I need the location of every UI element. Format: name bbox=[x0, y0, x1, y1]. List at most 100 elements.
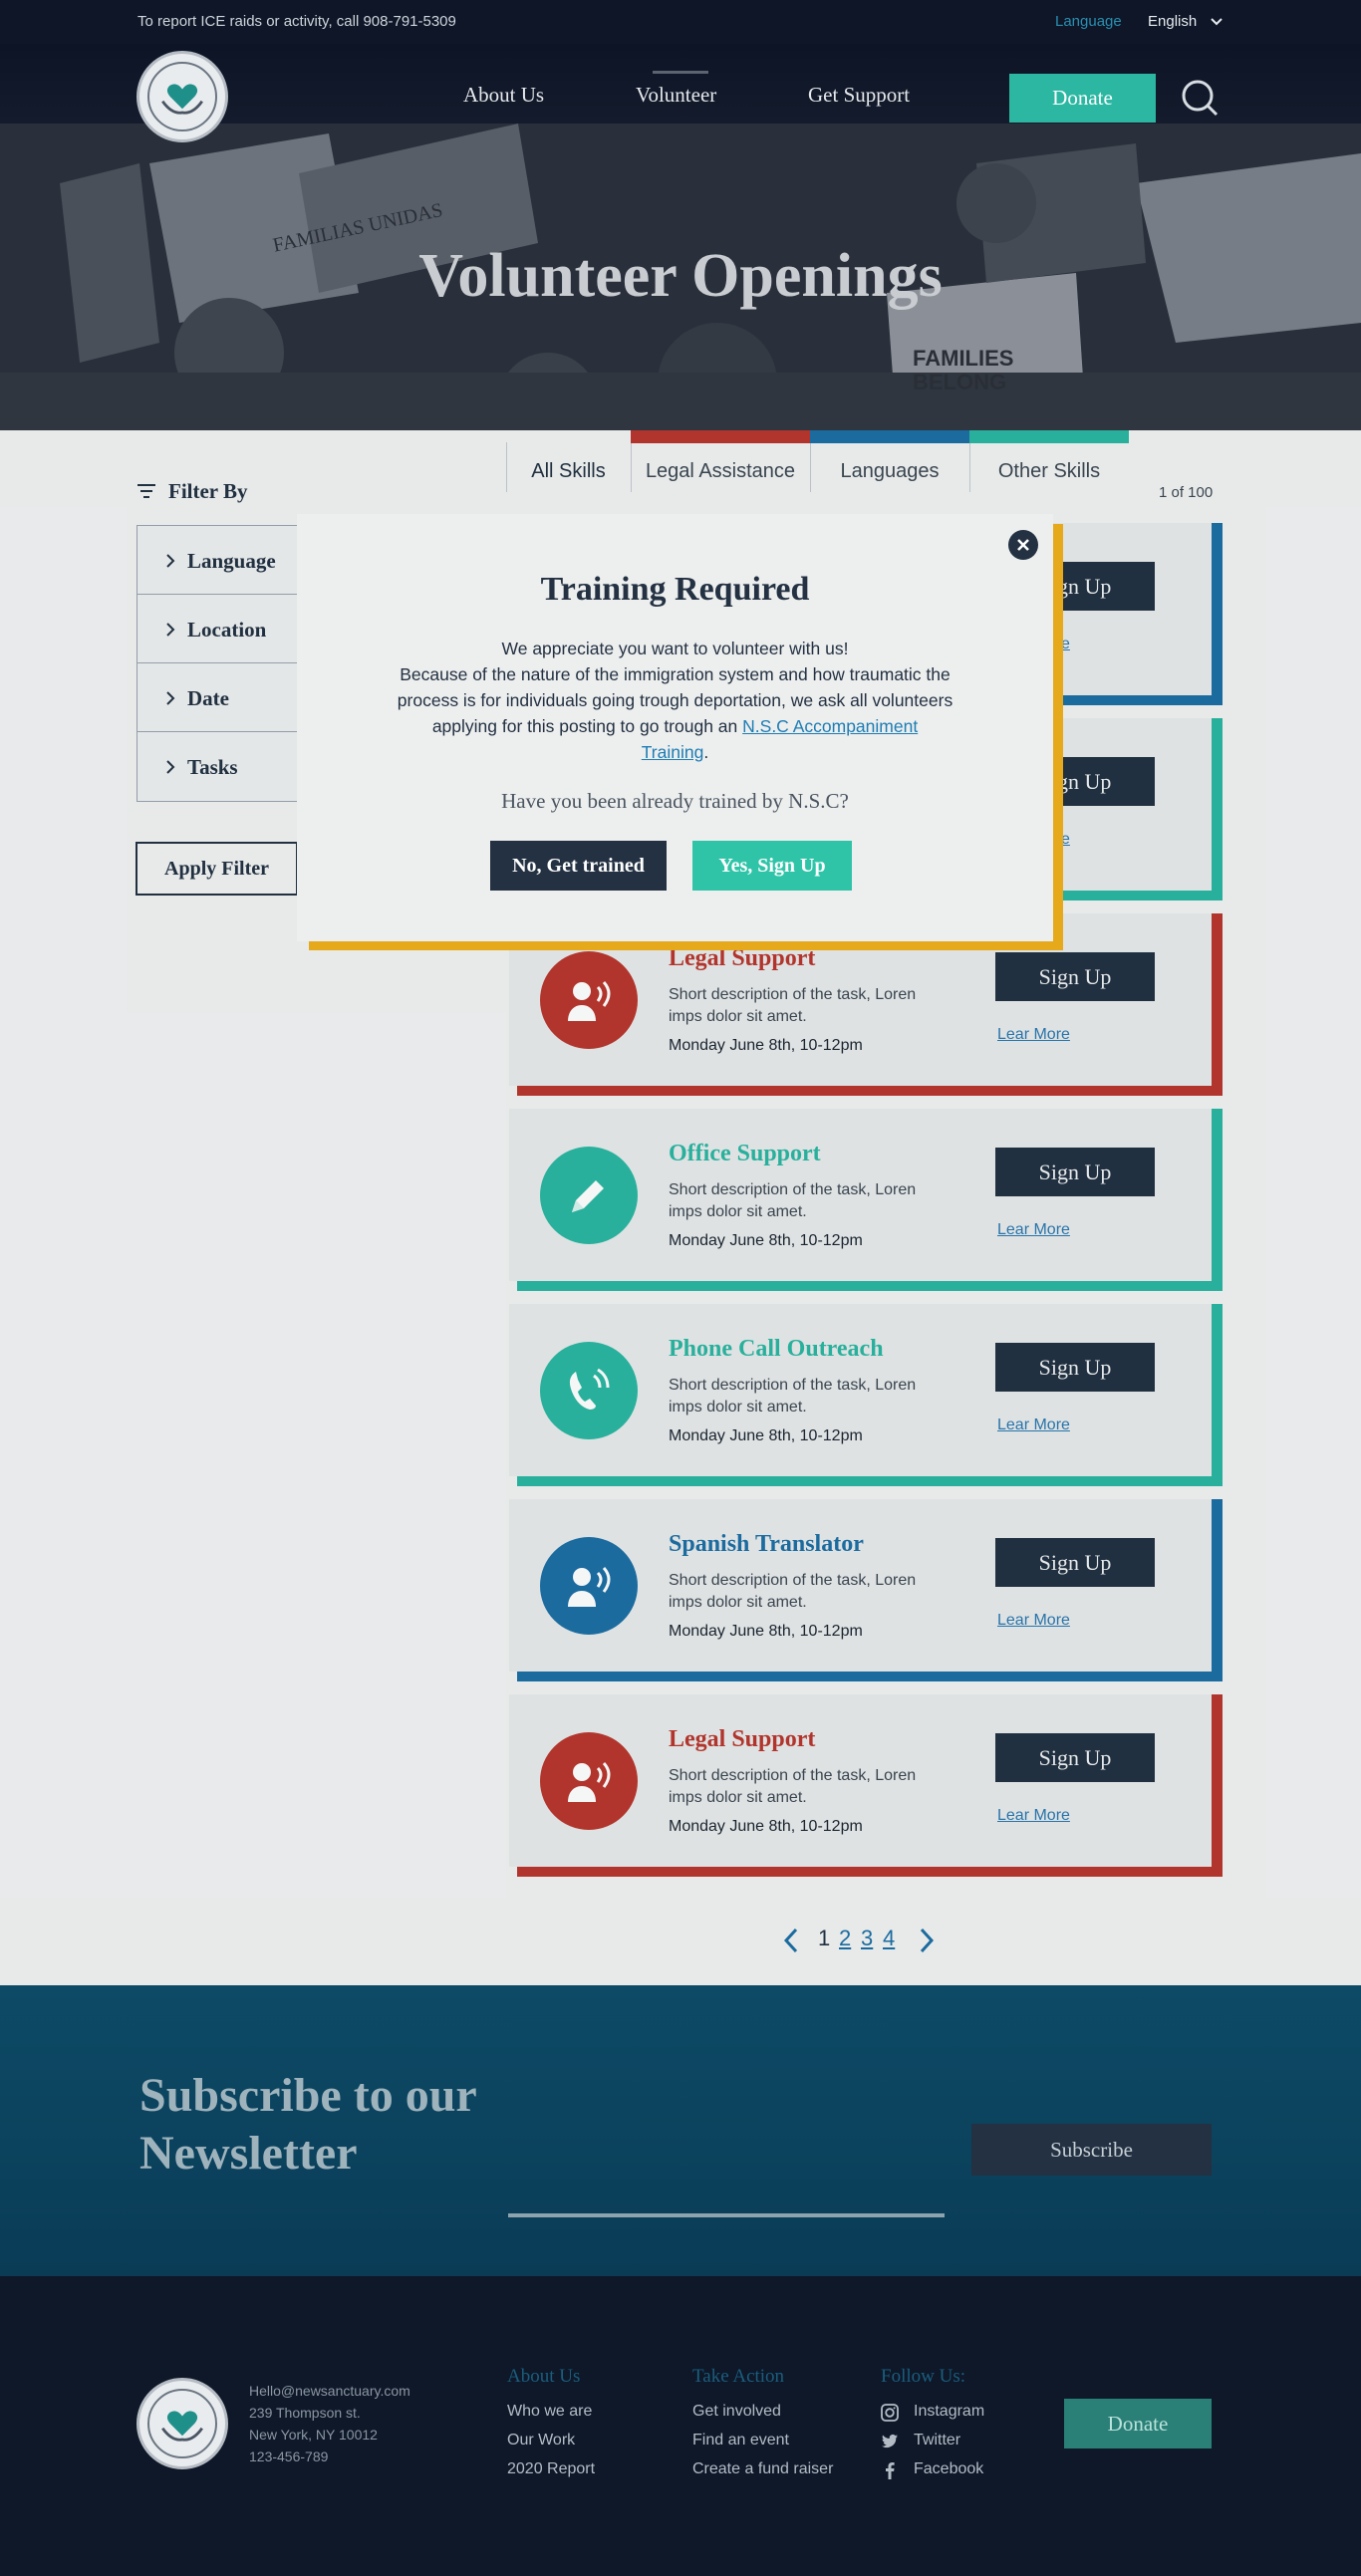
page-1[interactable]: 1 bbox=[818, 1926, 830, 1951]
tab-label: Languages bbox=[840, 460, 940, 482]
footer-link[interactable]: Create a fund raiser bbox=[692, 2454, 833, 2483]
social-label: Instagram bbox=[914, 2403, 985, 2420]
tab-legal-assistance[interactable]: Legal Assistance bbox=[631, 430, 810, 492]
card-icon-circle bbox=[540, 951, 638, 1049]
modal-title: Training Required bbox=[540, 571, 810, 608]
learn-more-link[interactable]: Lear More bbox=[997, 1221, 1070, 1239]
results-count: 1 of 100 bbox=[1159, 484, 1214, 501]
page-4[interactable]: 4 bbox=[883, 1926, 895, 1951]
sign-up-button[interactable]: Sign Up bbox=[995, 952, 1155, 1001]
nav-volunteer[interactable]: Volunteer bbox=[636, 83, 716, 108]
card-accent-right bbox=[1212, 1304, 1223, 1486]
card-description: Short description of the task, Loren imp… bbox=[669, 1767, 917, 1806]
close-icon bbox=[1017, 539, 1029, 551]
learn-more-link[interactable]: Lear More bbox=[997, 1026, 1070, 1044]
search-icon[interactable] bbox=[1180, 78, 1220, 118]
footer-link[interactable]: Our Work bbox=[507, 2426, 595, 2454]
tab-other-skills[interactable]: Other Skills bbox=[969, 430, 1129, 492]
card-accent-right bbox=[1212, 1499, 1223, 1681]
card-accent-bottom bbox=[517, 1476, 1223, 1486]
top-bar: To report ICE raids or activity, call 90… bbox=[0, 0, 1361, 44]
yes-sign-up-button[interactable]: Yes, Sign Up bbox=[692, 841, 852, 891]
card-date: Monday June 8th, 10-12pm bbox=[669, 1818, 863, 1835]
filter-item-label: Date bbox=[187, 686, 229, 710]
get-trained-button[interactable]: No, Get trained bbox=[490, 841, 667, 891]
phone-icon bbox=[569, 1368, 610, 1410]
chevron-right-icon bbox=[166, 691, 175, 705]
donate-button[interactable]: Donate bbox=[1009, 74, 1156, 123]
twitter-icon bbox=[882, 2434, 898, 2448]
sign-up-button[interactable]: Sign Up bbox=[995, 1538, 1155, 1587]
footer-donate-button[interactable]: Donate bbox=[1064, 2399, 1212, 2448]
chevron-right-icon[interactable] bbox=[916, 1927, 938, 1954]
footer-logo[interactable] bbox=[136, 2378, 228, 2469]
instagram-icon bbox=[881, 2404, 899, 2422]
filter-item-label: Language bbox=[187, 549, 276, 573]
card-date: Monday June 8th, 10-12pm bbox=[669, 1427, 863, 1444]
sign-up-button[interactable]: Sign Up bbox=[995, 1733, 1155, 1782]
pencil-icon bbox=[572, 1180, 604, 1212]
tab-color-bar bbox=[631, 430, 810, 443]
page-2[interactable]: 2 bbox=[839, 1926, 851, 1951]
tab-languages[interactable]: Languages bbox=[810, 430, 969, 492]
language-label: Language bbox=[1055, 13, 1122, 30]
contact-phone: 123-456-789 bbox=[249, 2448, 329, 2464]
heart-hands-logo-icon bbox=[161, 2411, 203, 2442]
card-icon-circle bbox=[540, 1342, 638, 1439]
card-icon-circle bbox=[540, 1732, 638, 1830]
tab-all-skills[interactable]: All Skills bbox=[506, 430, 631, 492]
footer-col-follow: Follow Us: bbox=[881, 2366, 965, 2397]
card-title[interactable]: Legal Support bbox=[669, 1726, 815, 1753]
footer-link[interactable]: Find an event bbox=[692, 2426, 833, 2454]
chevron-down-icon[interactable] bbox=[1209, 13, 1225, 29]
card-accent-bottom bbox=[517, 1086, 1223, 1096]
card-title[interactable]: Phone Call Outreach bbox=[669, 1336, 884, 1363]
modal-question: Have you been already trained by N.S.C? bbox=[501, 789, 849, 813]
footer-col-heading: Take Action bbox=[692, 2366, 785, 2387]
nav-active-indicator bbox=[653, 71, 708, 74]
newsletter-email-input[interactable] bbox=[508, 2213, 945, 2217]
sign-up-button[interactable]: Sign Up bbox=[995, 1343, 1155, 1392]
card-title[interactable]: Office Support bbox=[669, 1141, 821, 1167]
subscribe-button[interactable]: Subscribe bbox=[971, 2124, 1212, 2176]
learn-more-link[interactable]: Lear More bbox=[997, 1417, 1070, 1434]
sign-up-button[interactable]: Sign Up bbox=[995, 1148, 1155, 1196]
contact-email[interactable]: Hello@newsanctuary.com bbox=[249, 2380, 410, 2402]
nav-get-support[interactable]: Get Support bbox=[808, 83, 910, 108]
footer-link[interactable]: Get involved bbox=[692, 2397, 833, 2426]
learn-more-link[interactable]: Lear More bbox=[997, 1807, 1070, 1825]
footer-link[interactable]: 2020 Report bbox=[507, 2454, 595, 2483]
learn-more-link[interactable]: Lear More bbox=[997, 1612, 1070, 1630]
contact-street: 239 Thompson st. bbox=[249, 2405, 361, 2421]
nav-about[interactable]: About Us bbox=[463, 83, 544, 108]
footer-col-heading: About Us bbox=[507, 2366, 581, 2387]
volunteer-card: Legal Support Short description of the ta… bbox=[509, 1694, 1223, 1877]
footer-link[interactable]: Who we are bbox=[507, 2397, 595, 2426]
report-hotline-text: To report ICE raids or activity, call 90… bbox=[137, 13, 456, 30]
card-title[interactable]: Spanish Translator bbox=[669, 1531, 864, 1558]
modal-close-button[interactable] bbox=[1008, 530, 1038, 560]
modal-body: We appreciate you want to volunteer with… bbox=[397, 636, 953, 765]
card-date: Monday June 8th, 10-12pm bbox=[669, 1232, 863, 1249]
volunteer-card: Office Support Short description of the t… bbox=[509, 1109, 1223, 1291]
card-accent-bottom bbox=[517, 1672, 1223, 1681]
social-label: Facebook bbox=[914, 2460, 984, 2477]
filter-icon bbox=[137, 484, 155, 498]
apply-filter-button[interactable]: Apply Filter bbox=[136, 842, 298, 896]
speaker-icon bbox=[568, 1566, 611, 1607]
card-accent-right bbox=[1212, 1109, 1223, 1291]
modal-body-end: . bbox=[703, 742, 709, 762]
footer-col-take-action: Take Action Get involved Find an event C… bbox=[692, 2366, 833, 2483]
chevron-left-icon[interactable] bbox=[780, 1927, 802, 1954]
language-select[interactable]: English bbox=[1148, 13, 1197, 30]
site-logo[interactable] bbox=[136, 51, 228, 142]
social-label: Twitter bbox=[914, 2432, 961, 2448]
contact-city: New York, NY 10012 bbox=[249, 2427, 378, 2443]
hero-sign-text-2: FAMILIES BELONG bbox=[913, 346, 1014, 394]
page-title: Volunteer Openings bbox=[418, 242, 943, 310]
chevron-right-icon bbox=[166, 623, 175, 637]
card-date: Monday June 8th, 10-12pm bbox=[669, 1623, 863, 1640]
page-3[interactable]: 3 bbox=[861, 1926, 873, 1951]
card-accent-right bbox=[1212, 523, 1223, 705]
card-accent-right bbox=[1212, 913, 1223, 1096]
